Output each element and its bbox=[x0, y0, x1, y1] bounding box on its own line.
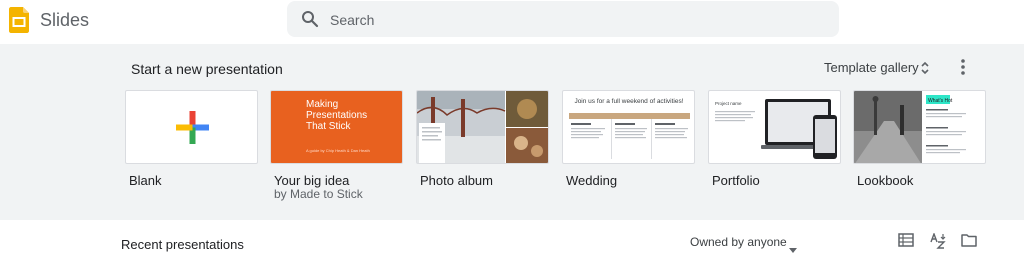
thumb-title: Making Presentations That Stick bbox=[306, 99, 368, 132]
slides-logo-icon[interactable] bbox=[8, 6, 32, 34]
recent-section: Recent presentations Owned by anyone bbox=[0, 220, 1024, 260]
template-portfolio[interactable]: Project name bbox=[708, 90, 841, 164]
template-label-wedding[interactable]: Wedding bbox=[566, 173, 617, 188]
wedding-preview: Join us for a full weekend of activities… bbox=[569, 98, 690, 159]
portfolio-preview: Project name bbox=[715, 99, 837, 159]
template-lookbook[interactable]: What's Hot bbox=[853, 90, 986, 164]
more-options-icon[interactable] bbox=[956, 58, 970, 76]
portfolio-thumb-title: Project name bbox=[715, 101, 742, 106]
search-icon[interactable] bbox=[301, 10, 319, 28]
lookbook-thumb-title: What's Hot bbox=[928, 98, 953, 104]
unfold-icon[interactable] bbox=[920, 61, 930, 75]
photo-album-preview bbox=[417, 91, 548, 163]
template-photo-album[interactable] bbox=[416, 90, 549, 164]
template-gallery-button[interactable]: Template gallery bbox=[824, 60, 919, 75]
template-your-big-idea[interactable]: Making Presentations That Stick A guide … bbox=[270, 90, 403, 164]
search-input[interactable]: Search bbox=[330, 12, 374, 28]
template-label-lookbook[interactable]: Lookbook bbox=[857, 173, 913, 188]
dropdown-arrow-icon[interactable] bbox=[789, 240, 797, 253]
folder-icon[interactable] bbox=[961, 233, 977, 247]
template-label-photo-album[interactable]: Photo album bbox=[420, 173, 493, 188]
sort-icon[interactable] bbox=[929, 232, 947, 249]
template-wedding[interactable]: Join us for a full weekend of activities… bbox=[562, 90, 695, 164]
template-sublabel-your-big-idea: by Made to Stick bbox=[274, 187, 363, 201]
list-view-icon[interactable] bbox=[898, 233, 914, 247]
lookbook-preview: What's Hot bbox=[854, 91, 966, 163]
section-title: Start a new presentation bbox=[131, 61, 283, 77]
section-title: Recent presentations bbox=[121, 237, 244, 252]
template-label-your-big-idea[interactable]: Your big idea bbox=[274, 173, 349, 188]
search-bar[interactable]: Search bbox=[287, 1, 839, 37]
owner-filter-dropdown[interactable]: Owned by anyone bbox=[690, 235, 787, 249]
template-label-portfolio[interactable]: Portfolio bbox=[712, 173, 760, 188]
thumb-subtitle: A guide by Chip Heath & Dan Heath bbox=[306, 148, 370, 153]
app-name[interactable]: Slides bbox=[40, 10, 89, 31]
template-label-blank[interactable]: Blank bbox=[129, 173, 162, 188]
template-blank[interactable] bbox=[125, 90, 258, 164]
wedding-thumb-title: Join us for a full weekend of activities… bbox=[574, 98, 683, 105]
top-bar: Slides Search bbox=[0, 0, 1024, 44]
plus-icon bbox=[176, 111, 209, 144]
start-new-section: Start a new presentation Template galler… bbox=[0, 44, 1024, 220]
